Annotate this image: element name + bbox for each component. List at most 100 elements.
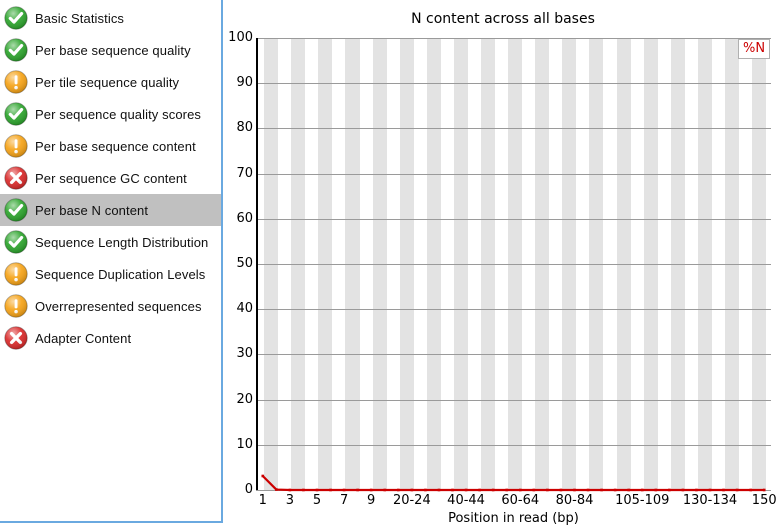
sidebar-item-per-base-sequence-quality[interactable]: Per base sequence quality <box>0 34 221 66</box>
sidebar-item-overrepresented-sequences[interactable]: Overrepresented sequences <box>0 290 221 322</box>
module-navigation-sidebar: Basic Statistics Per base sequence qualit… <box>0 0 223 523</box>
data-point-marker <box>762 488 766 492</box>
data-point-marker <box>491 488 495 492</box>
x-axis-tick-label: 40-44 <box>447 493 485 508</box>
sidebar-item-adapter-content[interactable]: Adapter Content <box>0 322 221 354</box>
data-point-marker <box>329 488 332 492</box>
module-list: Basic Statistics Per base sequence qualit… <box>0 2 221 354</box>
sidebar-item-label: Sequence Duplication Levels <box>35 266 206 282</box>
warning-exclamation-icon <box>4 70 28 94</box>
sidebar-item-label: Per base sequence quality <box>35 42 191 58</box>
y-axis-tick-label: 30 <box>236 346 253 362</box>
y-axis-tick-label: 50 <box>236 256 253 271</box>
percent-n-line <box>261 474 766 492</box>
pass-check-icon <box>4 198 28 222</box>
x-axis-tick-label: 20-24 <box>392 493 431 508</box>
data-point-marker <box>735 488 739 492</box>
y-axis-tick-label: 20 <box>236 391 253 407</box>
legend: %N <box>738 39 771 59</box>
data-point-marker <box>478 488 481 492</box>
data-point-marker <box>369 488 373 492</box>
x-axis-tick-label: 150 <box>751 493 777 508</box>
percent-n-markers <box>261 474 766 492</box>
data-point-marker <box>410 488 414 492</box>
x-axis-tick-label: 5 <box>312 493 322 508</box>
sidebar-item-sequence-length-distribution[interactable]: Sequence Length Distribution <box>0 226 221 258</box>
data-point-marker <box>356 488 359 492</box>
sidebar-item-label: Adapter Content <box>35 330 132 346</box>
sidebar-item-per-sequence-gc-content[interactable]: Per sequence GC content <box>0 162 221 194</box>
data-point-marker <box>749 488 752 492</box>
data-series-svg <box>261 474 766 492</box>
sidebar-item-label: Per sequence quality scores <box>35 106 202 122</box>
data-point-marker <box>668 488 671 492</box>
data-point-marker <box>464 488 468 492</box>
data-point-marker <box>546 488 549 492</box>
data-point-marker <box>383 488 387 492</box>
data-point-marker <box>586 488 590 492</box>
data-point-marker <box>681 488 685 492</box>
sidebar-item-label: Basic Statistics <box>35 10 125 26</box>
fail-cross-icon <box>4 326 28 350</box>
y-axis-tick-label: 10 <box>236 436 253 452</box>
warning-exclamation-icon <box>4 294 28 318</box>
y-axis-tick-label: 60 <box>236 210 253 226</box>
x-axis-tick-label: 9 <box>367 493 376 508</box>
data-point-marker <box>708 488 712 492</box>
data-point-marker <box>695 488 698 492</box>
data-point-marker <box>288 488 292 492</box>
pass-check-icon <box>4 38 28 62</box>
x-axis-tick-label: 3 <box>285 493 295 508</box>
fail-cross-icon <box>4 166 28 190</box>
y-axis-tick-label: 80 <box>236 120 253 136</box>
sidebar-item-per-tile-sequence-quality[interactable]: Per tile sequence quality <box>0 66 221 98</box>
data-point-marker <box>722 488 725 492</box>
data-point-marker <box>559 488 563 492</box>
data-point-marker <box>600 488 603 492</box>
sidebar-item-label: Per tile sequence quality <box>35 74 180 90</box>
warning-exclamation-icon <box>4 262 28 286</box>
data-point-marker <box>261 474 265 478</box>
y-axis-tick-label: 40 <box>236 301 253 317</box>
warning-exclamation-icon <box>4 134 28 158</box>
sidebar-item-label: Per sequence GC content <box>35 170 187 186</box>
data-point-marker <box>505 488 509 492</box>
x-axis-tick-label: 7 <box>339 493 349 508</box>
data-point-marker <box>640 488 644 492</box>
pass-check-icon <box>4 6 28 30</box>
y-axis-tick-labels: 0 10 20 30 40 50 60 70 80 90 100 <box>225 0 253 531</box>
data-point-marker <box>315 488 319 492</box>
data-point-marker <box>397 488 400 492</box>
x-axis-tick-label: 1 <box>258 493 267 508</box>
x-axis-tick-label: 105-109 <box>615 493 670 508</box>
data-point-marker <box>532 488 536 492</box>
y-axis-tick-label: 90 <box>236 75 253 91</box>
sidebar-item-basic-statistics[interactable]: Basic Statistics <box>0 2 221 34</box>
data-point-marker <box>437 488 441 492</box>
sidebar-item-label: Overrepresented sequences <box>35 298 202 314</box>
x-axis-tick-label: 130-134 <box>682 493 738 508</box>
data-point-marker <box>627 488 630 492</box>
sidebar-item-per-base-n-content[interactable]: Per base N content <box>0 194 221 226</box>
chart-title: N content across all bases <box>411 11 595 27</box>
y-axis-tick-label: 70 <box>236 165 253 181</box>
legend-entry-percent-n: %N <box>743 41 766 56</box>
y-axis-tick-label: 0 <box>244 482 253 497</box>
data-point-marker <box>275 488 278 491</box>
data-point-marker <box>424 488 427 492</box>
x-axis-tick-label: 60-64 <box>501 493 540 508</box>
pass-check-icon <box>4 230 28 254</box>
data-point-marker <box>518 488 522 492</box>
x-axis-title: Position in read (bp) <box>448 511 579 526</box>
x-axis-tick-label: 80-84 <box>555 493 594 508</box>
data-point-marker <box>573 488 576 492</box>
sidebar-item-sequence-duplication-levels[interactable]: Sequence Duplication Levels <box>0 258 221 290</box>
data-point-marker <box>654 488 658 492</box>
sidebar-item-label: Per base sequence content <box>35 138 196 154</box>
data-point-marker <box>342 488 346 492</box>
sidebar-item-per-base-sequence-content[interactable]: Per base sequence content <box>0 130 221 162</box>
data-point-marker <box>451 488 454 492</box>
sidebar-item-per-sequence-quality-scores[interactable]: Per sequence quality scores <box>0 98 221 130</box>
sidebar-item-label: Per base N content <box>35 202 149 218</box>
y-axis-tick-label: 100 <box>228 30 253 45</box>
